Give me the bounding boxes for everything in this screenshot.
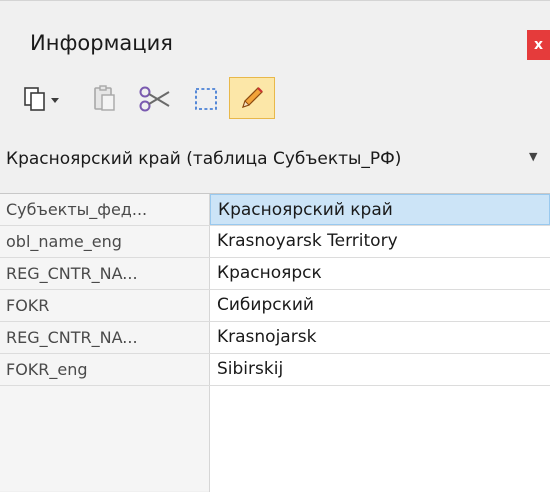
object-selector[interactable]: Красноярский край (таблица Субъекты_РФ) … xyxy=(0,140,550,180)
attribute-value[interactable]: Sibirskij xyxy=(210,354,550,385)
attribute-row[interactable]: FOKR Сибирский xyxy=(0,290,550,322)
attribute-value[interactable]: Krasnojarsk xyxy=(210,322,550,353)
panel-titlebar: Информация x xyxy=(0,1,550,73)
attribute-key: Субъекты_фед... xyxy=(0,194,209,225)
close-button[interactable]: x xyxy=(527,30,550,60)
cut-button[interactable] xyxy=(133,79,177,119)
object-selector-value: Красноярский край (таблица Субъекты_РФ) xyxy=(6,149,402,169)
attribute-key: REG_CNTR_NA... xyxy=(0,322,209,353)
copy-dropdown-icon xyxy=(24,87,59,111)
attribute-row[interactable]: Субъекты_фед... Красноярский край xyxy=(0,194,550,226)
paste-button[interactable] xyxy=(85,79,125,119)
attribute-value[interactable]: Сибирский xyxy=(210,290,550,321)
select-rectangle-icon xyxy=(195,88,217,110)
attribute-row[interactable]: REG_CNTR_NA... Красноярск xyxy=(0,258,550,290)
row-divider xyxy=(0,385,550,386)
attribute-value[interactable]: Красноярский край xyxy=(210,194,550,225)
pencil-icon xyxy=(242,87,263,108)
attribute-key: obl_name_eng xyxy=(0,226,209,257)
copy-dropdown-button[interactable] xyxy=(16,79,68,119)
attribute-key: FOKR xyxy=(0,290,209,321)
chevron-down-icon: ▼ xyxy=(529,150,538,163)
attribute-value[interactable]: Красноярск xyxy=(210,258,550,289)
select-rectangle-button[interactable] xyxy=(186,79,226,119)
attribute-row[interactable]: obl_name_eng Krasnoyarsk Territory xyxy=(0,226,550,258)
attribute-row[interactable]: FOKR_eng Sibirskij xyxy=(0,354,550,386)
toolbar xyxy=(0,73,550,123)
attribute-key: FOKR_eng xyxy=(0,354,209,385)
attribute-grid: Субъекты_фед... Красноярский край obl_na… xyxy=(0,193,550,492)
paste-icon xyxy=(94,85,115,111)
attribute-row[interactable]: REG_CNTR_NA... Krasnojarsk xyxy=(0,322,550,354)
scissors-icon xyxy=(139,86,170,112)
attribute-value[interactable]: Krasnoyarsk Territory xyxy=(210,226,550,257)
info-panel: Информация x Красноярский край (таблица … xyxy=(0,0,550,492)
panel-title: Информация xyxy=(30,31,173,55)
attribute-key: REG_CNTR_NA... xyxy=(0,258,209,289)
edit-button[interactable] xyxy=(229,77,275,119)
